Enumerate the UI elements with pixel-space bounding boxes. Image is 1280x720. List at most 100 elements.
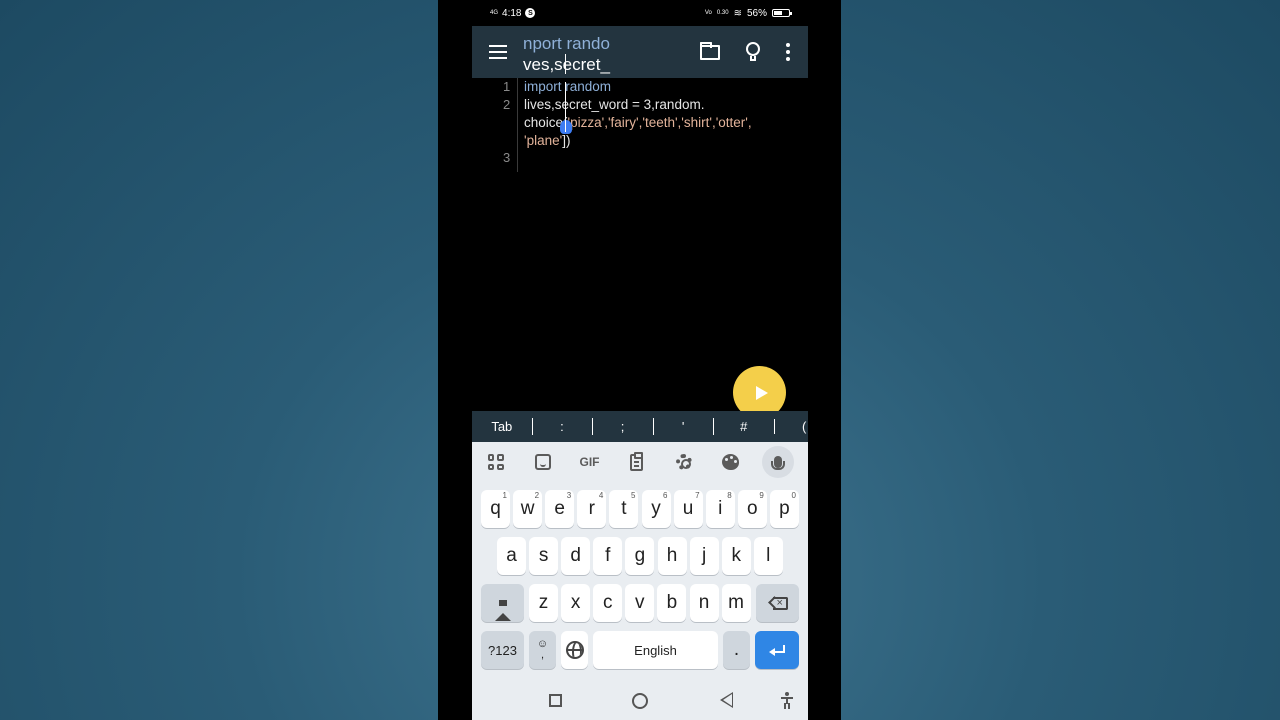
magnifier-line-1: nport rando — [523, 34, 610, 53]
key-a[interactable]: a — [497, 537, 526, 575]
key-hint: 1 — [502, 491, 507, 500]
app-toolbar: nport rando ves,secret_ — [472, 26, 808, 78]
key-r[interactable]: r4 — [577, 490, 607, 528]
symbols-key[interactable]: ?123 — [481, 631, 524, 669]
key-f[interactable]: f — [593, 537, 623, 575]
key-label: o — [747, 498, 758, 519]
key-label: y — [651, 498, 661, 519]
enter-icon — [769, 645, 785, 656]
key-label: p — [779, 498, 790, 519]
key-b[interactable]: b — [657, 584, 687, 622]
selection-handle[interactable] — [560, 120, 572, 134]
key-hint: 6 — [663, 491, 668, 500]
shift-icon — [494, 592, 511, 621]
shift-key[interactable] — [481, 584, 524, 622]
key-c[interactable]: c — [593, 584, 623, 622]
symbol-key-tab[interactable]: Tab — [472, 419, 532, 434]
backspace-key[interactable]: × — [756, 584, 799, 622]
key-i[interactable]: i8 — [705, 490, 735, 528]
key-x[interactable]: x — [561, 584, 591, 622]
apps-grid-button[interactable] — [472, 442, 519, 482]
key-label: r — [588, 498, 595, 519]
sticker-button[interactable] — [519, 442, 566, 482]
home-icon[interactable] — [632, 693, 648, 709]
enter-key[interactable] — [755, 631, 799, 669]
code-line-2a[interactable]: lives,secret_word = 3,random. — [524, 97, 704, 112]
status-bar: 4G 4:18 S Vo 0.30 ≋ 56% — [472, 0, 808, 26]
key-k[interactable]: k — [721, 537, 751, 575]
symbol-key-paren[interactable]: ( — [774, 419, 808, 434]
menu-icon[interactable] — [489, 45, 507, 59]
recents-icon[interactable] — [549, 694, 562, 707]
key-label: u — [682, 498, 694, 519]
key-y[interactable]: y6 — [641, 490, 671, 528]
text-cursor — [565, 82, 566, 132]
key-hint: 0 — [791, 491, 796, 500]
data-speed: 0.30 — [716, 10, 729, 16]
settings-button[interactable] — [660, 442, 707, 482]
key-hint: 4 — [598, 491, 604, 500]
symbol-key-semicolon[interactable]: ; — [592, 418, 653, 435]
period-key[interactable]: . — [723, 631, 750, 669]
key-hint: 5 — [630, 491, 636, 500]
symbol-key-quote[interactable]: ' — [652, 418, 714, 435]
keyboard-toolbar: GIF — [472, 442, 808, 482]
phone-frame: 4G 4:18 S Vo 0.30 ≋ 56% nport rando ves,… — [438, 0, 841, 720]
code-close-bracket: ]) — [562, 133, 571, 148]
key-u[interactable]: u7 — [673, 490, 703, 528]
key-j[interactable]: j — [689, 537, 719, 575]
key-m[interactable]: m — [721, 584, 751, 622]
line-number-3: 3 — [503, 150, 511, 165]
space-bar[interactable]: English — [593, 631, 718, 669]
gif-button[interactable]: GIF — [566, 442, 613, 482]
text-magnifier: nport rando ves,secret_ — [523, 26, 617, 78]
emoji-comma-key[interactable]: ☺ , — [529, 631, 556, 669]
key-g[interactable]: g — [625, 537, 655, 575]
key-label: e — [554, 498, 565, 519]
key-n[interactable]: n — [689, 584, 719, 622]
key-row-2: asdfghjkl — [472, 537, 808, 577]
symbol-key-colon[interactable]: : — [531, 418, 593, 435]
key-v[interactable]: v — [625, 584, 655, 622]
key-row-1: q1w2e3r4t5y6u7i8o9p0 — [472, 490, 808, 530]
code-line-2b[interactable]: choice('pizza','fairy','teeth','shirt','… — [524, 115, 752, 130]
back-icon[interactable] — [720, 692, 733, 708]
more-options-icon[interactable] — [786, 43, 790, 61]
key-label: t — [621, 498, 627, 519]
lightbulb-icon[interactable] — [746, 42, 760, 62]
theme-button[interactable] — [707, 442, 754, 482]
key-t[interactable]: t5 — [609, 490, 639, 528]
phone-screen: 4G 4:18 S Vo 0.30 ≋ 56% nport rando ves,… — [472, 0, 808, 720]
battery-percent: 56% — [746, 7, 767, 19]
key-q[interactable]: q1 — [481, 490, 510, 528]
symbol-key-hash[interactable]: # — [713, 418, 774, 435]
clipboard-button[interactable] — [613, 442, 660, 482]
language-key[interactable] — [561, 631, 588, 669]
comma-label: , — [540, 649, 545, 661]
code-line-2c[interactable]: 'plane']) — [524, 133, 570, 148]
clock: 4:18 — [502, 7, 522, 19]
key-e[interactable]: e3 — [545, 490, 575, 528]
key-o[interactable]: o9 — [737, 490, 767, 528]
system-nav-bar — [472, 680, 808, 720]
folder-icon[interactable] — [700, 41, 720, 60]
key-w[interactable]: w2 — [513, 490, 543, 528]
key-h[interactable]: h — [657, 537, 687, 575]
key-label: w — [520, 498, 535, 519]
gear-icon — [675, 454, 692, 470]
key-hint: 3 — [566, 491, 572, 500]
key-l[interactable]: l — [753, 537, 783, 575]
key-hint: 9 — [759, 491, 764, 500]
key-z[interactable]: z — [529, 584, 558, 622]
clipboard-icon — [630, 451, 643, 471]
key-hint: 7 — [695, 491, 700, 500]
accessibility-icon[interactable] — [781, 692, 793, 710]
code-line-1[interactable]: import random — [524, 79, 611, 94]
key-row-3: × zxcvbnm — [472, 584, 808, 624]
key-d[interactable]: d — [561, 537, 591, 575]
code-editor[interactable]: 1 2 3 import random lives,secret_word = … — [472, 78, 808, 411]
voice-input-button[interactable] — [762, 446, 794, 478]
key-p[interactable]: p0 — [769, 490, 799, 528]
soft-keyboard: GIF q1w2e3r4t5y6u7i8o9p0 asdfghjkl × zxc… — [472, 442, 808, 680]
key-s[interactable]: s — [529, 537, 559, 575]
